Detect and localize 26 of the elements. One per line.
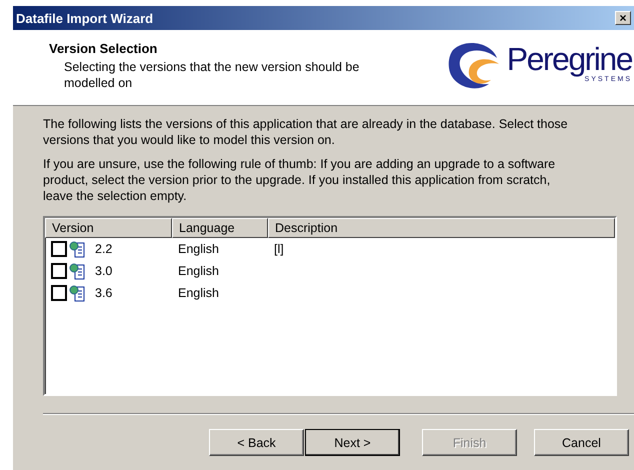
- wizard-button[interactable]: Next >: [305, 429, 400, 456]
- table-cell-text: 3.0: [94, 264, 112, 278]
- document-icon: [69, 240, 87, 258]
- close-button[interactable]: ×: [615, 11, 631, 25]
- instruction-text: If you are unsure, use the following rule of thumb: If you are adding an upgrade to a software product, select the version prior to the upgrade. If you installed this application from scratch, leave the selection empty.: [43, 156, 556, 204]
- window-title: Datafile Import Wizard: [16, 10, 154, 26]
- table-cell-text: 2.2: [94, 242, 112, 256]
- page-subtitle: Selecting the versions that the new version should be modelled on: [63, 59, 360, 91]
- document-icon: [69, 262, 87, 280]
- table-cell-text: English: [177, 264, 220, 278]
- checkbox[interactable]: [51, 285, 67, 301]
- column-header[interactable]: Description: [268, 218, 615, 238]
- column-header[interactable]: Language: [172, 218, 268, 238]
- instruction-text: The following lists the versions of this application that are already in the database. Select those versions that you would like to model this version on.: [43, 116, 569, 148]
- checkbox[interactable]: [51, 263, 67, 279]
- table-cell-text: English: [177, 286, 220, 300]
- column-header[interactable]: Version: [45, 218, 172, 238]
- document-icon: [69, 284, 87, 302]
- page-title: Version Selection: [49, 41, 158, 56]
- checkbox[interactable]: [51, 241, 67, 257]
- wizard-button[interactable]: Cancel: [534, 429, 629, 456]
- table-cell-text: [l]: [273, 242, 285, 256]
- wizard-button[interactable]: < Back: [209, 429, 304, 456]
- table-cell-text: English: [177, 242, 220, 256]
- table-cell-text: 3.6: [94, 286, 112, 300]
- logo-name: Peregrine: [506, 44, 632, 75]
